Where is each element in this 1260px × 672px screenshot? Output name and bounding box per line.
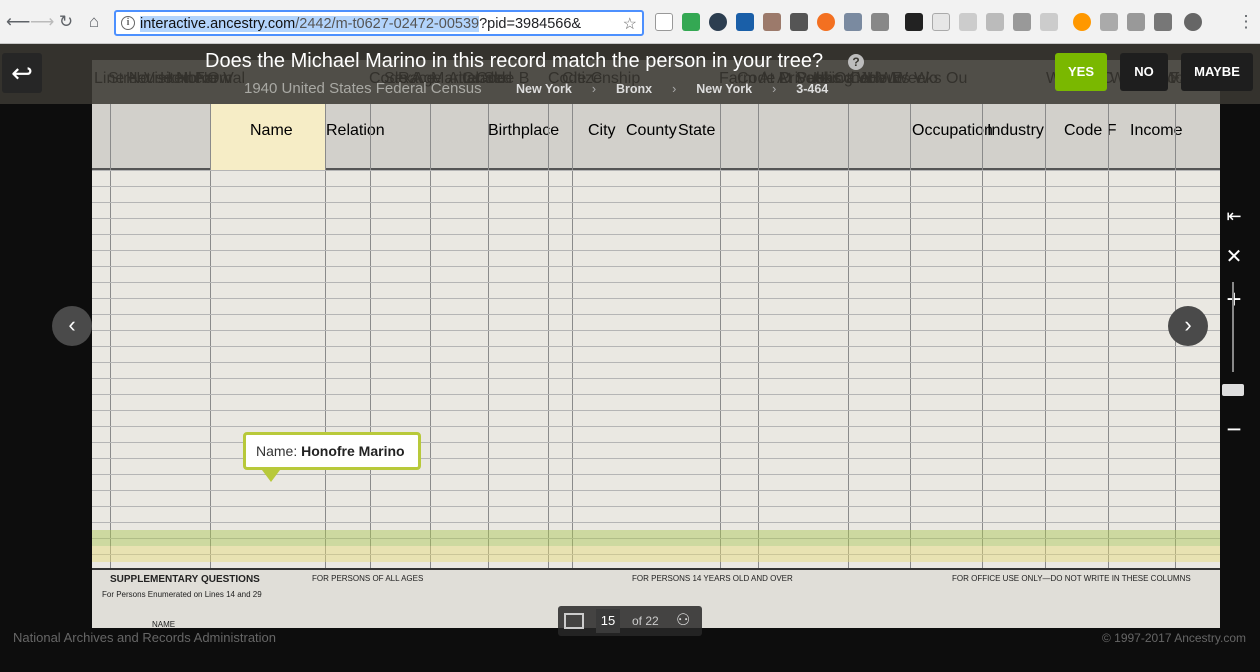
supp-sub: For Persons Enumerated on Lines 14 and 2… bbox=[102, 590, 262, 599]
gray-box2-extension-icon[interactable] bbox=[986, 13, 1004, 31]
zoom-out-icon[interactable]: − bbox=[1222, 414, 1246, 445]
census-row-rule bbox=[92, 490, 1220, 491]
k-extension-icon[interactable] bbox=[736, 13, 754, 31]
menu-icon[interactable]: ⋮ bbox=[1236, 12, 1256, 32]
census-row-rule bbox=[92, 314, 1220, 315]
census-row-rule bbox=[92, 522, 1220, 523]
back-button[interactable]: ↩ bbox=[2, 53, 42, 93]
match-question: Does the Michael Marino in this record m… bbox=[205, 50, 824, 72]
name-tooltip: Name: Honofre Marino bbox=[243, 432, 421, 470]
gray-box4-extension-icon[interactable] bbox=[1040, 13, 1058, 31]
breadcrumb-state[interactable]: New York bbox=[516, 82, 572, 96]
supp-name-head: NAME bbox=[152, 620, 176, 629]
braces-extension-icon[interactable] bbox=[932, 13, 950, 31]
site-info-icon[interactable]: i bbox=[121, 16, 135, 30]
tools-extension-icon[interactable] bbox=[844, 13, 862, 31]
supp-title: SUPPLEMENTARY QUESTIONS bbox=[110, 574, 260, 585]
gallery-icon[interactable] bbox=[564, 613, 584, 629]
census-row-rule bbox=[92, 234, 1220, 235]
gray-box3-extension-icon[interactable] bbox=[1013, 13, 1031, 31]
census-row-rule bbox=[92, 362, 1220, 363]
breadcrumb: New York › Bronx › New York › 3-464 bbox=[516, 82, 829, 96]
current-image-number[interactable]: 15 bbox=[596, 609, 620, 633]
collapse-panel-icon[interactable]: ⇤ bbox=[1222, 206, 1246, 227]
census-row-rule bbox=[92, 186, 1220, 187]
orange-extension-icon[interactable] bbox=[817, 13, 835, 31]
plug-extension-icon[interactable] bbox=[871, 13, 889, 31]
bulb-extension-icon[interactable] bbox=[1100, 13, 1118, 31]
col-city: City bbox=[588, 122, 616, 139]
yes-button[interactable]: YES bbox=[1055, 53, 1107, 91]
col-name: Name bbox=[250, 122, 293, 139]
census-row-rule bbox=[92, 410, 1220, 411]
supp-office: FOR OFFICE USE ONLY—DO NOT WRITE IN THES… bbox=[952, 574, 1191, 583]
supp-all-ages: FOR PERSONS OF ALL AGES bbox=[312, 574, 424, 583]
address-bar[interactable]: i interactive.ancestry.com/2442/m-t0627-… bbox=[114, 10, 644, 36]
related-row-highlight bbox=[92, 546, 1220, 562]
census-row-rule bbox=[92, 266, 1220, 267]
col-county: County bbox=[626, 122, 677, 139]
breadcrumb-county[interactable]: Bronx bbox=[616, 82, 652, 96]
selected-row-highlight bbox=[92, 530, 1220, 546]
census-row-rule bbox=[92, 298, 1220, 299]
archive-credit: National Archives and Records Administra… bbox=[13, 630, 277, 645]
census-row-rule bbox=[92, 426, 1220, 427]
census-row-rule bbox=[92, 346, 1220, 347]
cast-icon[interactable] bbox=[1154, 13, 1172, 31]
copyright: © 1997-2017 Ancestry.com bbox=[1101, 631, 1246, 645]
url-text[interactable]: interactive.ancestry.com/2442/m-t0627-02… bbox=[140, 16, 626, 32]
gray-box-extension-icon[interactable] bbox=[959, 13, 977, 31]
census-row-rule bbox=[92, 250, 1220, 251]
browser-toolbar: ⟵ ⟶ ↻ ⌂ i interactive.ancestry.com/2442/… bbox=[0, 0, 1260, 44]
census-row-rule bbox=[92, 330, 1220, 331]
game-extension-icon[interactable] bbox=[905, 13, 923, 31]
census-row-rule bbox=[92, 378, 1220, 379]
supp-over14: FOR PERSONS 14 YEARS OLD AND OVER bbox=[632, 574, 793, 583]
next-image-arrow-icon[interactable]: › bbox=[1168, 306, 1208, 346]
breadcrumb-city[interactable]: New York bbox=[696, 82, 752, 96]
bookmark-star-icon[interactable]: ☆ bbox=[623, 14, 637, 34]
tools-icon[interactable]: ✕ bbox=[1222, 244, 1246, 269]
image-pager: 15 of 22 ⚇ bbox=[558, 606, 702, 636]
home-icon[interactable]: ⌂ bbox=[84, 12, 104, 32]
screen-extension-icon[interactable] bbox=[1127, 13, 1145, 31]
tooltip-value: Honofre Marino bbox=[301, 443, 405, 459]
match-question-bar: ↩ Does the Michael Marino in this record… bbox=[0, 44, 1260, 104]
census-row-rule bbox=[92, 170, 1220, 171]
pocket-extension-icon[interactable] bbox=[790, 13, 808, 31]
forward-arrow-icon[interactable]: ⟶ bbox=[30, 12, 54, 32]
profile-icon[interactable] bbox=[1184, 13, 1202, 31]
reader-extension-icon[interactable] bbox=[655, 13, 673, 31]
census-row-rule bbox=[92, 202, 1220, 203]
zoom-in-icon[interactable]: + bbox=[1222, 284, 1246, 315]
people-icon[interactable]: ⚇ bbox=[676, 610, 690, 630]
maybe-button[interactable]: MAYBE bbox=[1181, 53, 1253, 91]
drive-extension-icon[interactable] bbox=[682, 13, 700, 31]
reload-icon[interactable]: ↻ bbox=[56, 12, 76, 32]
help-icon[interactable]: ? bbox=[848, 54, 864, 70]
census-row-rule bbox=[92, 394, 1220, 395]
col-state: State bbox=[678, 122, 716, 139]
zoom-slider-track[interactable] bbox=[1232, 282, 1234, 372]
col-industry: Industry bbox=[987, 122, 1044, 139]
tooltip-pointer bbox=[262, 470, 280, 482]
puzzle-extension-icon[interactable] bbox=[763, 13, 781, 31]
census-row-rule bbox=[92, 218, 1220, 219]
image-total: of 22 bbox=[632, 614, 659, 628]
dark-circle-extension-icon[interactable] bbox=[709, 13, 727, 31]
play-extension-icon[interactable] bbox=[1073, 13, 1091, 31]
zoom-slider-thumb[interactable] bbox=[1222, 384, 1244, 396]
tooltip-label: Name: bbox=[256, 443, 298, 459]
census-row-rule bbox=[92, 506, 1220, 507]
breadcrumb-district[interactable]: 3-464 bbox=[796, 82, 828, 96]
back-arrow-icon[interactable]: ⟵ bbox=[6, 12, 30, 32]
previous-image-arrow-icon[interactable]: ‹ bbox=[52, 306, 92, 346]
no-button[interactable]: NO bbox=[1120, 53, 1168, 91]
col-occupation: Occupation bbox=[912, 122, 993, 139]
collection-title: 1940 United States Federal Census bbox=[244, 80, 482, 97]
census-row-rule bbox=[92, 282, 1220, 283]
